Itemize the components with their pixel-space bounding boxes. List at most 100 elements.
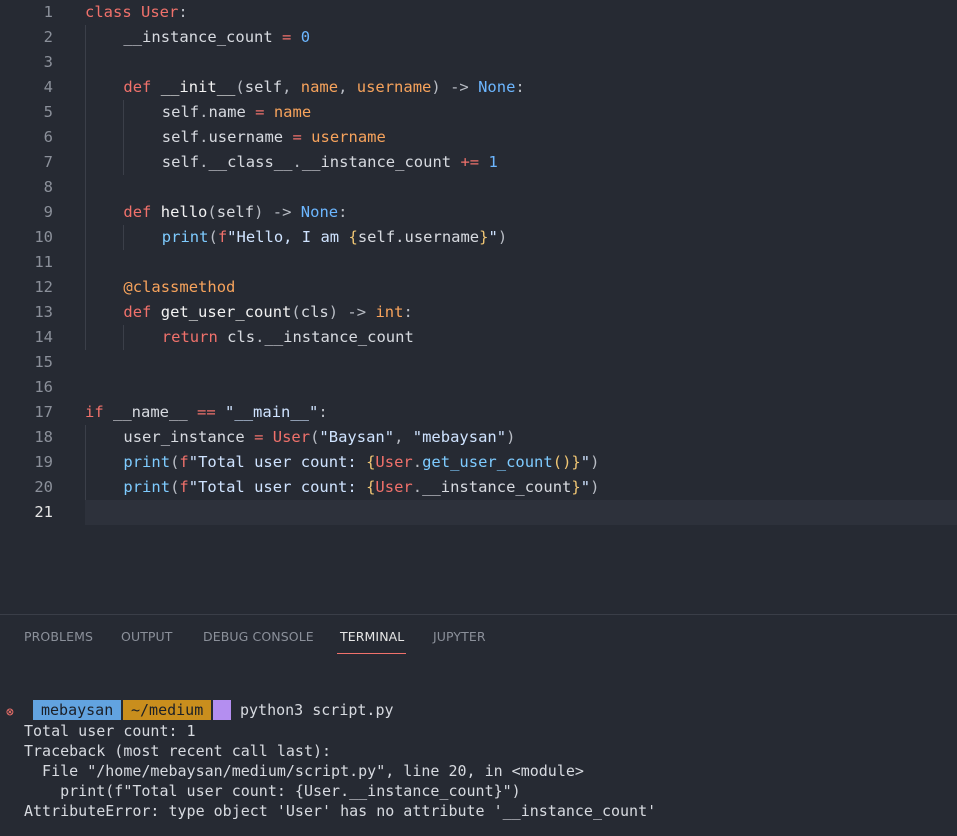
code-token: ) <box>328 303 339 321</box>
code-token: name <box>273 103 312 121</box>
terminal-output-line: Total user count: 1 <box>24 722 196 740</box>
code-token: "__main__" <box>225 403 319 421</box>
code-line[interactable]: 2 __instance_count = 0 <box>0 25 957 50</box>
error-status-icon: ⊗ <box>6 705 14 720</box>
line-number: 9 <box>43 203 53 221</box>
code-line[interactable]: 21 <box>0 500 957 525</box>
code-line[interactable]: 6 self.username = username <box>0 125 957 150</box>
code-token: = <box>282 28 292 46</box>
code-line[interactable]: 13 def get_user_count(cls) -> int: <box>0 300 957 325</box>
code-line[interactable]: 16 <box>0 375 957 400</box>
code-line[interactable]: 5 self.name = name <box>0 100 957 125</box>
code-token: int <box>375 303 404 321</box>
code-token: User <box>272 428 311 446</box>
line-number: 15 <box>34 353 53 371</box>
code-content: __instance_count = 0 <box>85 25 957 50</box>
code-token: "mebaysan" <box>412 428 507 446</box>
code-text: print(f"Total user count: {User.get_user… <box>123 450 599 475</box>
code-line[interactable]: 10 print(f"Hello, I am {self.username}") <box>0 225 957 250</box>
code-token: "Total user count: <box>188 453 367 471</box>
code-token: f <box>217 228 228 246</box>
terminal-prompt: mebaysan ~/medium python3 script.py <box>33 700 394 720</box>
code-line[interactable]: 9 def hello(self) -> None: <box>0 200 957 225</box>
code-content <box>85 50 957 75</box>
code-content: class User: <box>85 0 957 25</box>
indent-guide <box>123 125 125 150</box>
code-line[interactable]: 4 def __init__(self, name, username) -> N… <box>0 75 957 100</box>
indent-guide <box>123 100 125 125</box>
prompt-path-segment: ~/medium <box>123 700 212 720</box>
indent-guide <box>85 125 86 150</box>
code-token: __class__ <box>208 153 293 171</box>
code-token: ( <box>208 228 218 246</box>
code-line[interactable]: 11 <box>0 250 957 275</box>
indent-guide <box>85 225 86 250</box>
code-line[interactable]: 19 print(f"Total user count: {User.get_us… <box>0 450 957 475</box>
indent-guide <box>85 175 86 200</box>
code-line[interactable]: 7 self.__class__.__instance_count += 1 <box>0 150 957 175</box>
code-token: ( <box>207 203 217 221</box>
code-editor[interactable]: 1 class User: 2 __instance_count = 0 3 4 def _… <box>0 0 957 614</box>
code-token: ) <box>497 228 508 246</box>
code-line[interactable]: 18 user_instance = User("Baysan", "mebays… <box>0 425 957 450</box>
code-token: "Hello, I am <box>227 228 349 246</box>
code-token: User <box>141 3 179 21</box>
code-content: return cls.__instance_count <box>85 325 957 350</box>
code-line[interactable]: 8 <box>0 175 957 200</box>
code-token: print <box>161 228 209 246</box>
indent-guide <box>85 50 86 75</box>
code-token: . <box>292 153 302 171</box>
tab-terminal[interactable]: TERMINAL <box>340 629 404 644</box>
line-number: 20 <box>34 478 53 496</box>
code-line[interactable]: 1 class User: <box>0 0 957 25</box>
code-token: ) <box>431 78 441 96</box>
code-text: __instance_count = 0 <box>123 25 310 50</box>
code-content <box>85 350 957 375</box>
code-token: self <box>216 203 255 221</box>
tab-output[interactable]: OUTPUT <box>121 629 173 644</box>
code-line[interactable]: 14 return cls.__instance_count <box>0 325 957 350</box>
code-token: get_user_count <box>422 453 553 471</box>
code-token: " <box>580 478 591 496</box>
code-token: None <box>478 78 516 96</box>
code-line[interactable]: 15 <box>0 350 957 375</box>
terminal-output-line: print(f"Total user count: {User.__instan… <box>24 782 521 800</box>
code-token: ( <box>291 303 301 321</box>
code-token: . <box>412 453 423 471</box>
code-token: self <box>161 153 200 171</box>
code-token: self <box>161 103 200 121</box>
tab-debug-console[interactable]: DEBUG CONSOLE <box>203 629 314 644</box>
indent-guide <box>85 425 86 450</box>
code-line[interactable]: 12 @classmethod <box>0 275 957 300</box>
tab-jupyter[interactable]: JUPYTER <box>433 629 486 644</box>
code-text: user_instance = User("Baysan", "mebaysan… <box>123 425 515 450</box>
indent-guide <box>85 200 86 225</box>
code-line[interactable]: 20 print(f"Total user count: {User.__inst… <box>0 475 957 500</box>
line-number: 3 <box>43 53 53 71</box>
indent-guide <box>85 100 86 125</box>
code-line[interactable]: 3 <box>0 50 957 75</box>
code-token: None <box>300 203 339 221</box>
code-token: User <box>375 478 413 496</box>
code-token: user_instance <box>123 428 245 446</box>
code-token: -> <box>272 203 292 221</box>
code-token: 0 <box>300 28 311 46</box>
line-number: 6 <box>43 128 53 146</box>
tab-problems[interactable]: PROBLEMS <box>24 629 93 644</box>
code-line[interactable]: 17 if __name__ == "__main__": <box>0 400 957 425</box>
code-token: { <box>366 478 376 496</box>
line-number: 13 <box>34 303 53 321</box>
code-text: self.__class__.__instance_count += 1 <box>162 150 498 175</box>
code-token: __instance_count <box>264 328 414 346</box>
indent-guide <box>123 225 125 250</box>
code-token: } <box>571 478 581 496</box>
code-text: print(f"Hello, I am {self.username}") <box>162 225 507 250</box>
terminal-output-line: AttributeError: type object 'User' has n… <box>24 802 657 820</box>
code-token: f <box>179 478 189 496</box>
